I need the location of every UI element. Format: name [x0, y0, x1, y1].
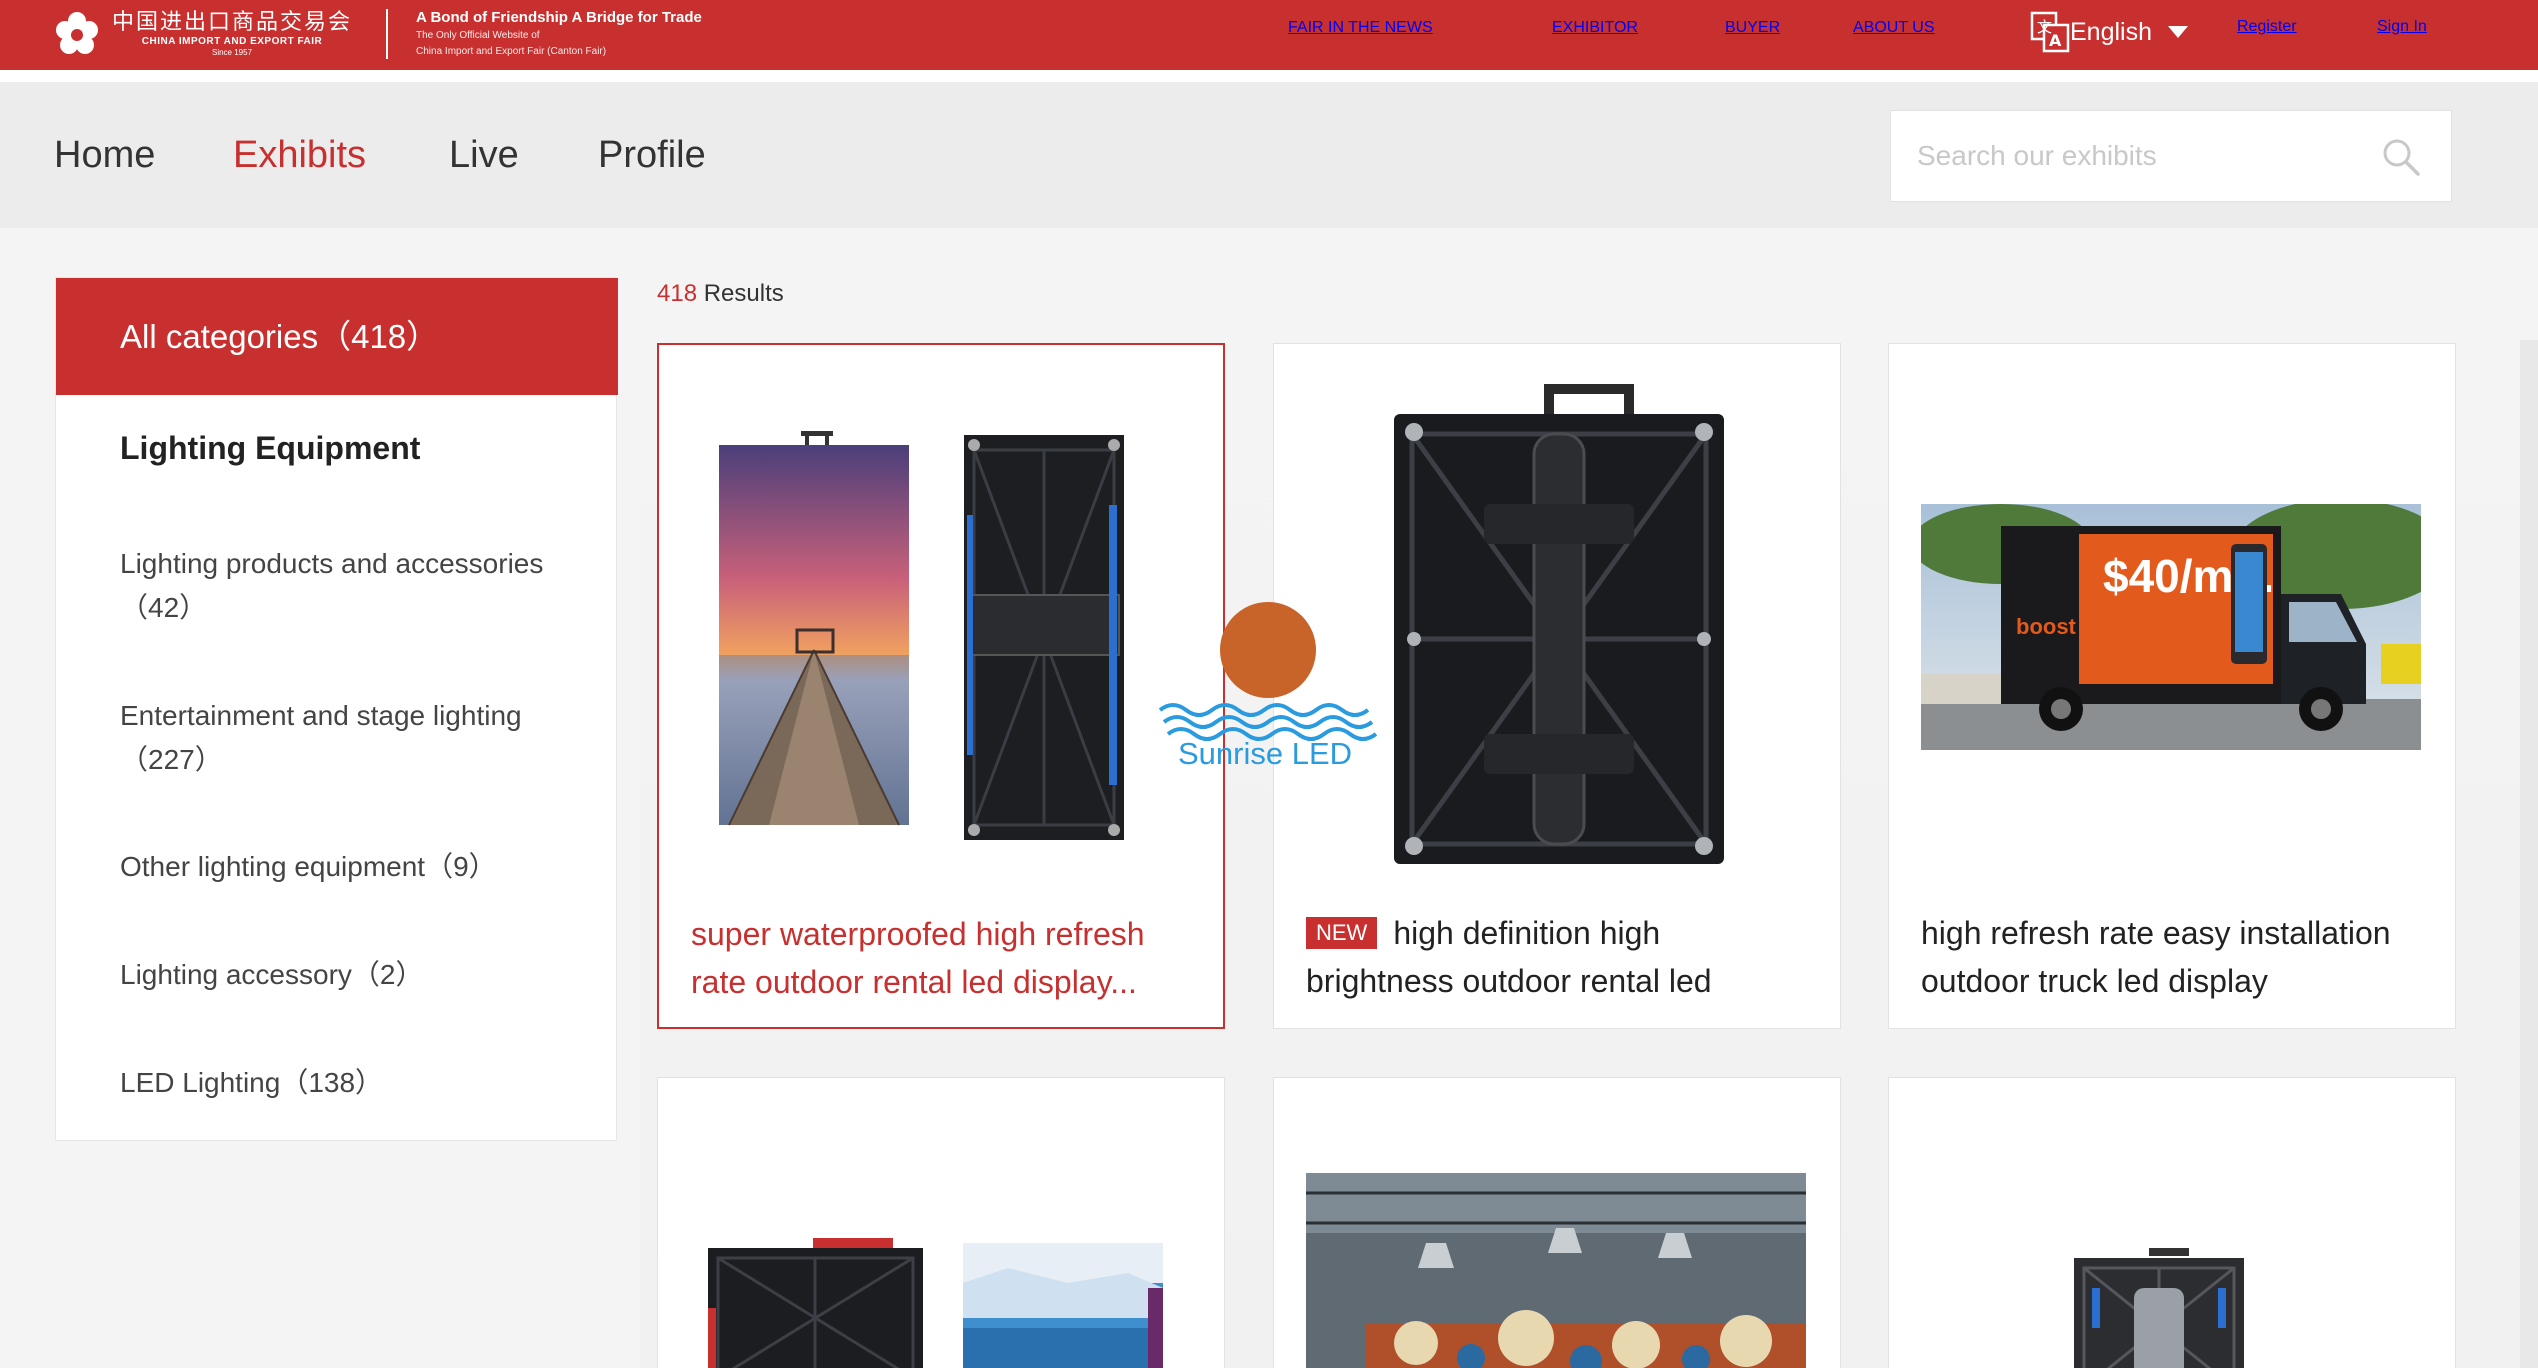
register-link[interactable]: Register	[2237, 18, 2297, 36]
nav-exhibitor[interactable]: EXHIBITOR	[1552, 19, 1638, 37]
tab-live[interactable]: Live	[449, 134, 519, 177]
category-item-other-lighting[interactable]: Other lighting equipment（9）	[120, 845, 580, 889]
svg-text:A: A	[2049, 31, 2062, 50]
watermark-brand-text: Sunrise LED	[1178, 736, 1352, 771]
secondary-nav: Home Exhibits Live Profile	[0, 82, 2538, 228]
product-image-led-panel-pier	[719, 431, 1124, 840]
category-sidebar: All categories（418） Lighting Equipment L…	[55, 277, 618, 1141]
nav-buyer[interactable]: BUYER	[1725, 19, 1780, 37]
category-item-entertainment-stage[interactable]: Entertainment and stage lighting （227）	[120, 694, 580, 782]
product-image-led-cabinet	[1394, 384, 1724, 864]
page-scroll-edge	[2520, 340, 2538, 1368]
top-header-bar: 中国进出口商品交易会 CHINA IMPORT AND EXPORT FAIR …	[0, 0, 2538, 70]
translate-icon: 文 A	[2030, 11, 2070, 53]
results-number: 418	[657, 280, 698, 307]
truck-ad-brand: boost mobile	[2016, 614, 2153, 639]
product-title[interactable]: NEW high definition high brightness outdo…	[1306, 909, 1816, 1005]
category-item-led-lighting[interactable]: LED Lighting（138）	[120, 1061, 580, 1105]
product-image-led-truck: boost mobile $40/mo.	[1921, 504, 2421, 750]
category-item-lighting-accessory[interactable]: Lighting accessory（2）	[120, 953, 580, 997]
header-divider	[0, 70, 2538, 82]
nav-about-us[interactable]: ABOUT US	[1853, 19, 1935, 37]
search-box	[1890, 110, 2452, 202]
product-image-led-cabinet-small	[2074, 1248, 2244, 1368]
nav-fair-in-the-news[interactable]: FAIR IN THE NEWS	[1288, 19, 1433, 37]
category-item-lighting-products[interactable]: Lighting products and accessories（42）	[120, 542, 580, 630]
sunrise-led-watermark: Sunrise LED	[1158, 602, 1378, 771]
new-badge: NEW	[1306, 917, 1378, 949]
product-title[interactable]: high refresh rate easy installation outd…	[1921, 909, 2431, 1005]
tab-profile[interactable]: Profile	[598, 134, 706, 177]
product-card[interactable]	[1273, 1077, 1841, 1368]
product-title[interactable]: super waterproofed high refresh rate out…	[691, 910, 1201, 1006]
tab-home[interactable]: Home	[54, 134, 155, 177]
product-card[interactable]: boost mobile $40/mo. high refresh rate e…	[1888, 343, 2456, 1029]
language-label: English	[2070, 17, 2152, 46]
results-label: Results	[697, 280, 784, 307]
results-count: 418 Results	[657, 280, 784, 308]
chevron-down-icon	[2168, 26, 2188, 38]
sign-in-link[interactable]: Sign In	[2377, 18, 2427, 36]
product-image-led-panels	[708, 1238, 1163, 1368]
language-selector[interactable]: 文 A English	[2030, 8, 2188, 56]
search-input[interactable]	[1917, 140, 2387, 172]
search-icon[interactable]	[2381, 137, 2421, 177]
category-heading[interactable]: Lighting Equipment	[120, 430, 420, 467]
product-card[interactable]	[657, 1077, 1225, 1368]
category-all[interactable]: All categories（418）	[56, 278, 618, 395]
product-card[interactable]	[1888, 1077, 2456, 1368]
tab-exhibits[interactable]: Exhibits	[233, 134, 366, 177]
product-image-led-stage	[1306, 1173, 1806, 1368]
product-card[interactable]: super waterproofed high refresh rate out…	[657, 343, 1225, 1029]
